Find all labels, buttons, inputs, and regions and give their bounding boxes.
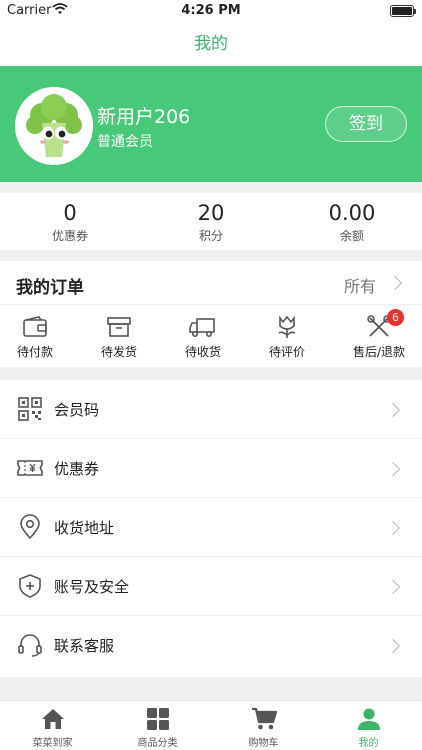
stat-label: 优惠券: [51, 229, 88, 243]
menu-label: 联系客服: [54, 637, 115, 655]
profile-header: 新用户206 普通会员 签到: [0, 66, 422, 182]
tab-label: 购物车: [248, 738, 279, 749]
order-label: 售后/退款: [352, 345, 406, 359]
headset-icon: [18, 634, 42, 657]
orders-title: 我的订单: [16, 278, 84, 298]
qrcode-icon: [18, 397, 42, 421]
tab-categories[interactable]: 商品分类: [105, 707, 210, 749]
menu-item-member-code[interactable]: 会员码: [0, 380, 422, 439]
tab-label: 我的: [358, 738, 379, 749]
clock: 4:26 PM: [181, 3, 241, 18]
coupon-icon: [17, 460, 43, 476]
box-icon: [107, 317, 131, 337]
stat-value: 0.00: [328, 201, 376, 225]
menu-item-address[interactable]: 收货地址: [0, 498, 422, 557]
menu-label: 优惠券: [54, 460, 100, 478]
order-pending-shipment[interactable]: 待发货: [77, 315, 161, 360]
chevron-right-icon: [385, 579, 401, 595]
menu-label: 收货地址: [54, 519, 115, 537]
signin-button[interactable]: 签到: [325, 106, 407, 142]
location-icon: [20, 514, 40, 540]
stat-value: 0: [63, 201, 77, 225]
broccoli-avatar-icon: [15, 87, 93, 165]
battery-icon: [390, 5, 416, 17]
menu-item-account-security[interactable]: 账号及安全: [0, 557, 422, 616]
order-label: 待收货: [184, 345, 221, 359]
stat-value: 20: [197, 201, 225, 225]
stat-balance[interactable]: 0.00 余额: [282, 201, 422, 244]
chevron-right-icon: [385, 520, 401, 536]
chevron-right-icon: [385, 638, 401, 654]
order-label: 待发货: [100, 345, 137, 359]
avatar[interactable]: [15, 87, 93, 165]
order-label: 待付款: [16, 345, 53, 359]
settings-menu: 会员码 优惠券 收货地址 账号及安全 联系客服: [0, 380, 422, 677]
flower-icon: [278, 315, 296, 338]
menu-label: 账号及安全: [54, 578, 130, 596]
truck-icon: [189, 318, 215, 337]
cart-icon: [251, 707, 277, 730]
tab-mine[interactable]: 我的: [316, 707, 421, 749]
chevron-right-icon: [385, 461, 401, 477]
stat-label: 积分: [198, 229, 223, 243]
menu-label: 会员码: [54, 401, 100, 419]
home-icon: [41, 709, 64, 729]
tab-home[interactable]: 菜菜到家: [0, 707, 105, 749]
wallet-icon: [23, 316, 47, 337]
after-sales-badge: 6: [387, 309, 404, 326]
membership-level: 普通会员: [97, 134, 153, 150]
chevron-right-icon: [385, 402, 401, 418]
shield-icon: [19, 574, 41, 598]
menu-item-coupons[interactable]: 优惠券: [0, 439, 422, 498]
order-pending-receipt[interactable]: 待收货: [161, 315, 245, 360]
order-after-sales[interactable]: 6 售后/退款: [337, 309, 421, 360]
order-label: 待评价: [268, 345, 305, 359]
orders-header[interactable]: 我的订单 所有: [0, 261, 422, 305]
tab-bar: 菜菜到家 商品分类 购物车 我的: [0, 700, 422, 750]
stat-points[interactable]: 20 积分: [141, 201, 281, 244]
status-bar: Carrier 4:26 PM: [0, 0, 422, 22]
stat-label: 余额: [339, 229, 364, 243]
username: 新用户206: [97, 106, 191, 128]
tab-label: 商品分类: [137, 738, 178, 749]
tab-cart[interactable]: 购物车: [211, 707, 316, 749]
stats-bar: 0 优惠券 20 积分 0.00 余额: [0, 193, 422, 250]
stat-coupons[interactable]: 0 优惠券: [0, 201, 140, 244]
orders-section: 我的订单 所有 待付款 待发货 待收货 待评价 6 售后/退款: [0, 261, 422, 367]
menu-item-customer-service[interactable]: 联系客服: [0, 616, 422, 675]
user-icon: [357, 708, 380, 730]
orders-all-link[interactable]: 所有: [344, 273, 376, 297]
order-pending-payment[interactable]: 待付款: [0, 315, 77, 360]
grid-icon: [146, 708, 169, 730]
order-pending-review[interactable]: 待评价: [245, 315, 329, 360]
chevron-right-icon: [387, 275, 403, 291]
page-title: 我的: [0, 22, 422, 66]
tab-label: 菜菜到家: [32, 738, 73, 749]
